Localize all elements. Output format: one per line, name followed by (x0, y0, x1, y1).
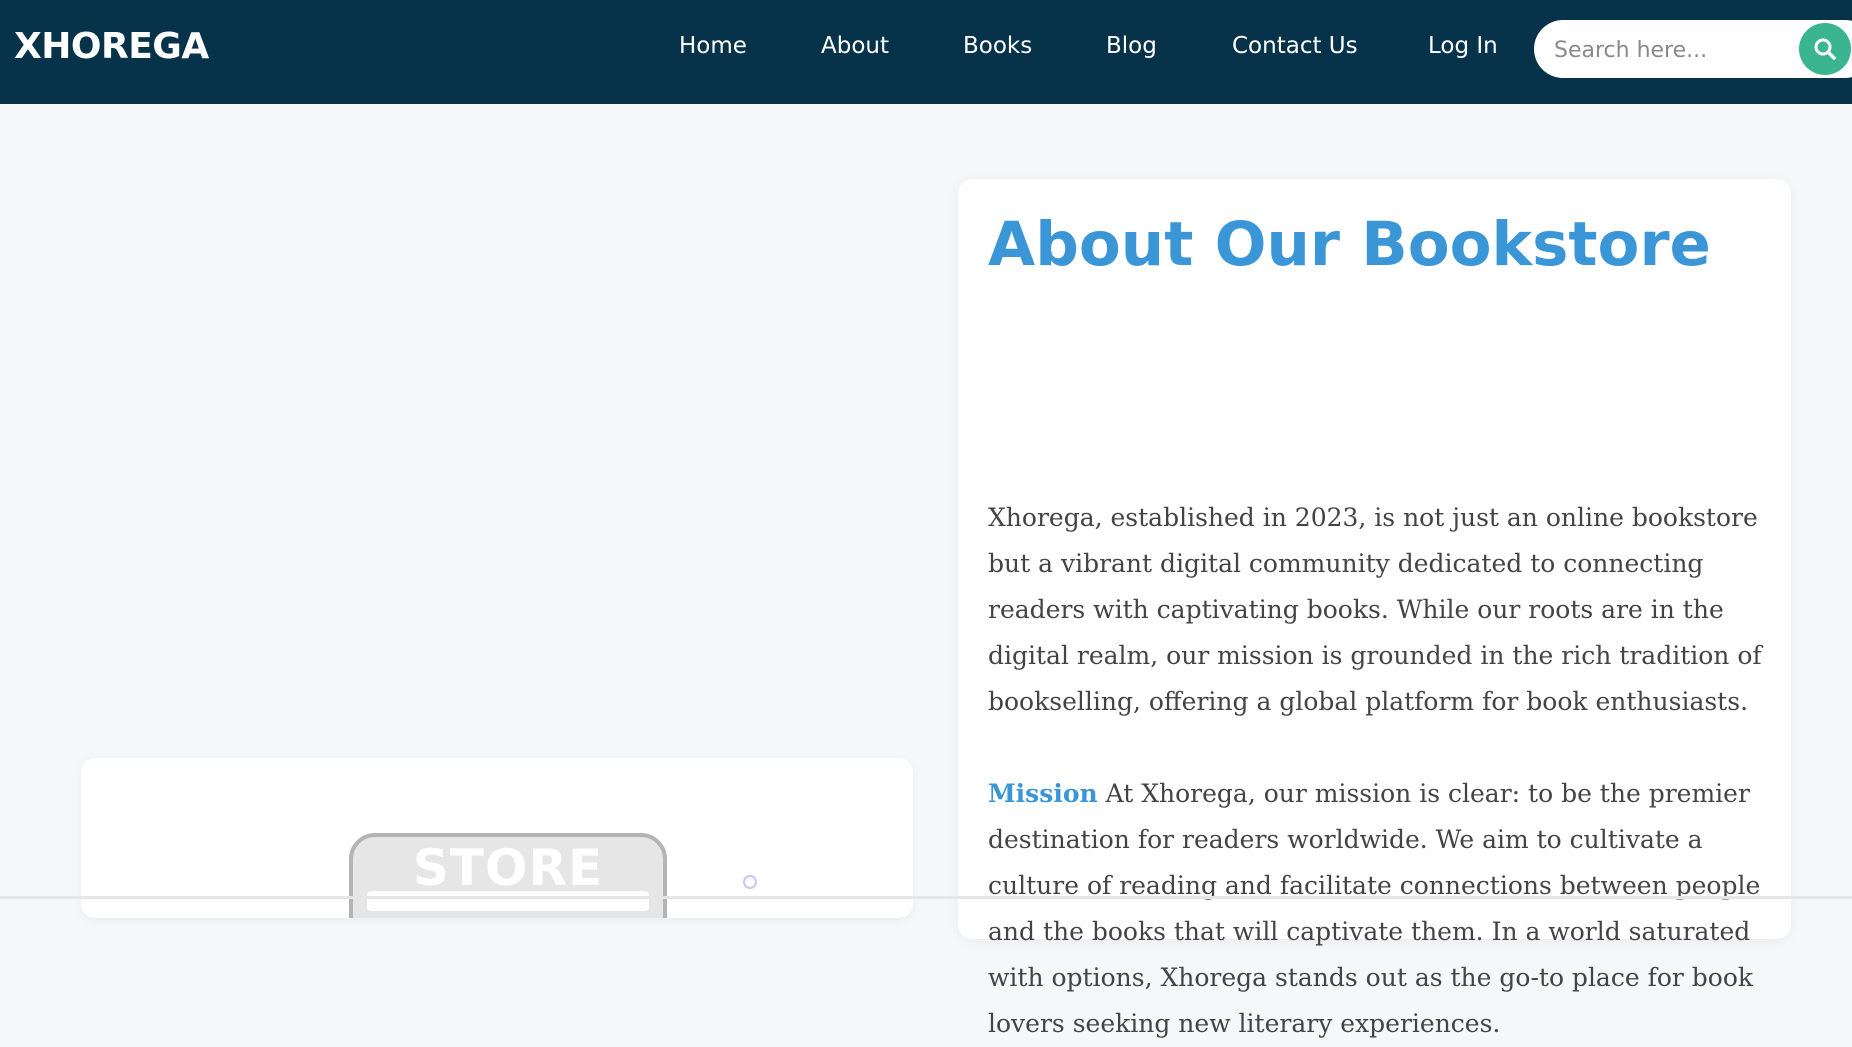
search-button[interactable] (1799, 23, 1851, 75)
navbar: XHOREGA Home About Books Blog Contact Us… (0, 0, 1852, 104)
store-sign-text: STORE (412, 839, 604, 897)
mission-text: At Xhorega, our mission is clear: to be … (988, 779, 1761, 1038)
nav-link-log-in[interactable]: Log In (1428, 33, 1498, 59)
brand-logo[interactable]: XHOREGA (14, 26, 209, 67)
search-icon (1814, 38, 1836, 60)
search-box (1534, 20, 1852, 78)
about-title: About Our Bookstore (988, 209, 1711, 280)
nav-link-blog[interactable]: Blog (1106, 33, 1157, 59)
mission-label: Mission (988, 779, 1098, 808)
decorative-dot (743, 875, 757, 889)
nav-link-books[interactable]: Books (963, 33, 1032, 59)
about-intro-paragraph: Xhorega, established in 2023, is not jus… (988, 503, 1762, 716)
mission-paragraph: Mission At Xhorega, our mission is clear… (988, 771, 1778, 1047)
nav-link-about[interactable]: About (821, 33, 889, 59)
nav-link-home[interactable]: Home (679, 33, 747, 59)
store-sign-illustration: STORE (349, 833, 667, 918)
store-illustration-card: STORE (81, 758, 913, 918)
store-sign-bar (367, 891, 649, 911)
about-card: About Our Bookstore Xhorega, established… (958, 179, 1791, 1038)
nav-link-contact-us[interactable]: Contact Us (1232, 33, 1358, 59)
search-input[interactable] (1552, 31, 1806, 69)
